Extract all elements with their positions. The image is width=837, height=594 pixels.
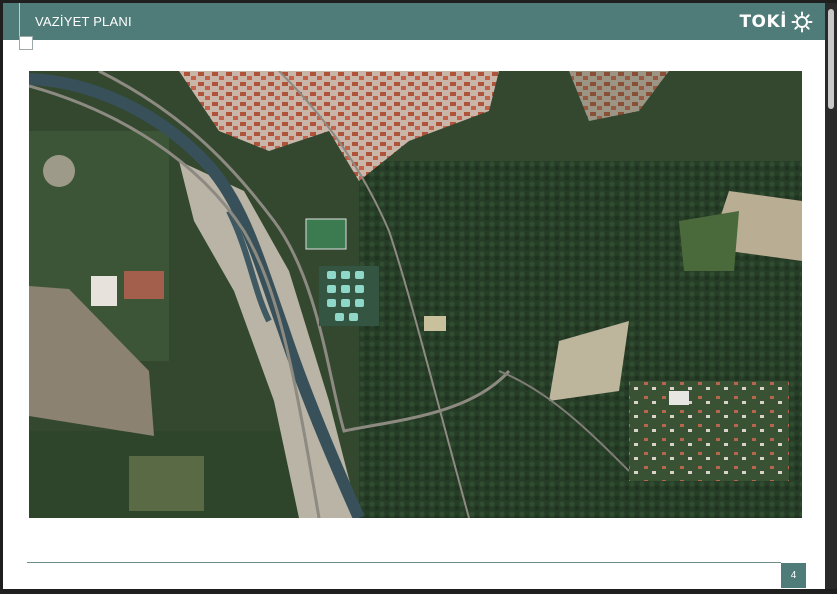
corner-marker <box>19 36 33 50</box>
logo-wordmark: TOKİ <box>739 12 787 32</box>
page-title: VAZİYET PLANI <box>35 14 132 29</box>
page-number-badge: 4 <box>781 563 806 588</box>
sun-emblem-icon <box>791 11 813 33</box>
vertical-scrollbar[interactable] <box>825 3 837 589</box>
toki-logo: TOKİ <box>739 11 813 33</box>
scrollbar-thumb[interactable] <box>828 9 834 109</box>
slide-header: VAZİYET PLANI TOKİ <box>3 3 825 40</box>
satellite-site-plan-image <box>29 71 802 518</box>
footer-divider <box>27 562 781 563</box>
satellite-map <box>29 71 802 518</box>
slide: VAZİYET PLANI TOKİ 4 <box>3 3 825 589</box>
corner-guide-line <box>19 3 20 37</box>
